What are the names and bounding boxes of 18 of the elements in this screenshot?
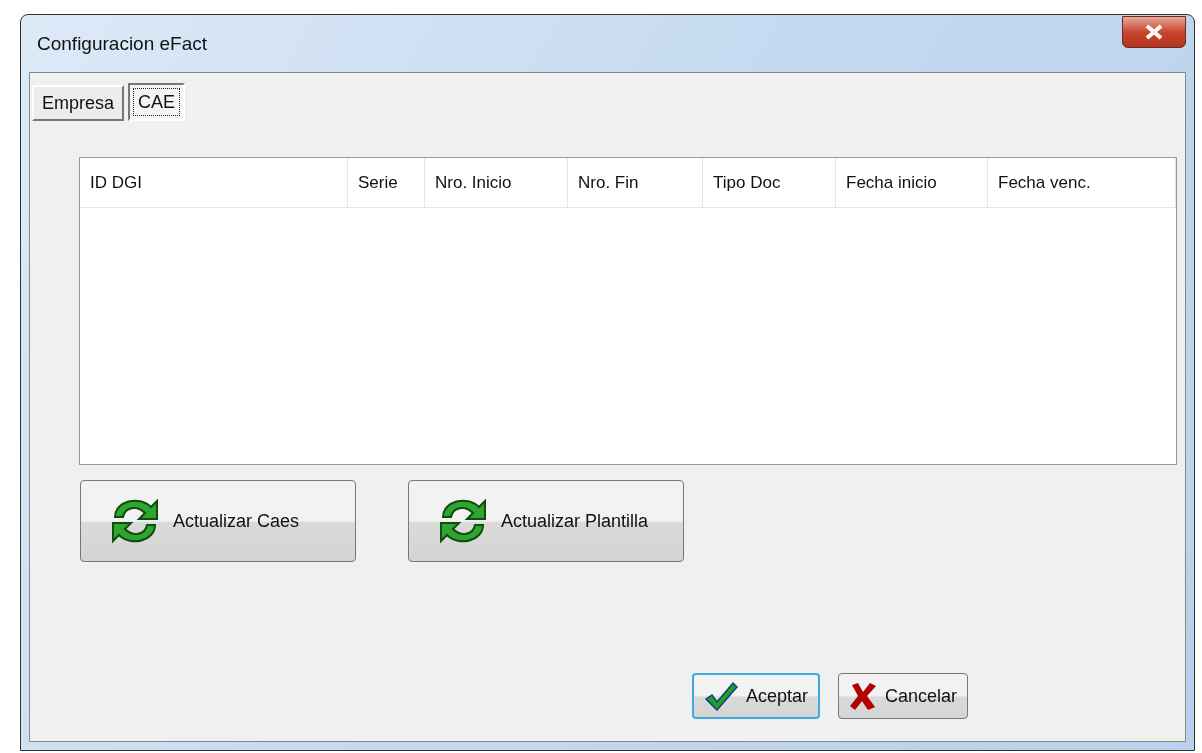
column-header[interactable]: Fecha venc. [988, 158, 1176, 207]
close-icon [1144, 23, 1164, 40]
column-header[interactable]: Serie [348, 158, 425, 207]
close-button[interactable] [1122, 15, 1186, 48]
update-button[interactable]: Actualizar Caes [80, 480, 356, 562]
tab[interactable]: Empresa [32, 85, 125, 121]
column-header[interactable]: Nro. Fin [568, 158, 703, 207]
column-header[interactable]: ID DGI [80, 158, 348, 207]
tab[interactable]: CAE [128, 83, 186, 121]
cancel-button[interactable]: Cancelar [838, 673, 969, 719]
checkmark-icon [704, 681, 738, 711]
cross-icon [849, 681, 878, 711]
column-header[interactable]: Tipo Doc [703, 158, 836, 207]
accept-button[interactable]: Aceptar [692, 673, 821, 719]
column-header[interactable]: Fecha inicio [836, 158, 988, 207]
window-title: Configuracion eFact [36, 32, 208, 55]
update-button[interactable]: Actualizar Plantilla [408, 480, 684, 562]
column-header[interactable]: Nro. Inicio [425, 158, 568, 207]
